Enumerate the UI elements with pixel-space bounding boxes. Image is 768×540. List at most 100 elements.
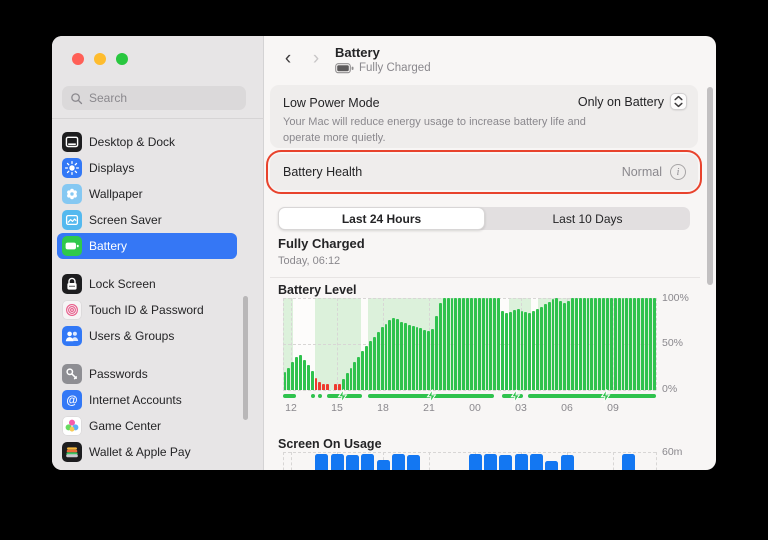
sidebar-item-lock-screen[interactable]: Lock Screen bbox=[57, 271, 237, 297]
sidebar-item-label: Battery bbox=[89, 239, 127, 253]
tab-last-10-days[interactable]: Last 10 Days bbox=[485, 207, 690, 230]
battery-level-bar bbox=[555, 298, 558, 390]
battery-level-bar bbox=[462, 298, 465, 390]
sidebar-item-displays[interactable]: Displays bbox=[57, 155, 237, 181]
section-divider bbox=[270, 277, 700, 278]
forward-button[interactable]: › bbox=[306, 48, 326, 70]
sidebar-separator bbox=[52, 118, 264, 119]
wallet-icon bbox=[62, 442, 82, 462]
battery-level-bar bbox=[404, 323, 407, 390]
x-tick-label: 18 bbox=[377, 402, 389, 414]
sidebar-item-label: Internet Accounts bbox=[89, 393, 182, 407]
minimize-button[interactable] bbox=[94, 53, 106, 65]
charging-track-segment bbox=[528, 394, 656, 398]
screen-on-usage-bar bbox=[331, 454, 344, 470]
battery-icon bbox=[62, 236, 82, 256]
content-scrollbar[interactable] bbox=[707, 87, 713, 285]
sidebar-item-touch-id-password[interactable]: Touch ID & Password bbox=[57, 297, 237, 323]
battery-level-bar bbox=[625, 298, 628, 390]
screen-on-usage-bar bbox=[377, 460, 390, 470]
battery-level-bar bbox=[548, 302, 551, 390]
battery-level-bar bbox=[649, 298, 652, 390]
battery-level-bar bbox=[361, 351, 364, 390]
battery-level-bar bbox=[478, 298, 481, 390]
battery-level-bar bbox=[419, 328, 422, 390]
sidebar-item-wallpaper[interactable]: Wallpaper bbox=[57, 181, 237, 207]
sidebar-item-label: Screen Saver bbox=[89, 213, 162, 227]
battery-level-bar bbox=[653, 298, 656, 390]
battery-level-bar bbox=[466, 298, 469, 390]
v-gridline bbox=[291, 452, 292, 470]
x-tick-label: 06 bbox=[561, 402, 573, 414]
sidebar-scrollbar[interactable] bbox=[243, 296, 248, 420]
sidebar-item-passwords[interactable]: Passwords bbox=[57, 361, 237, 387]
battery-level-bar bbox=[353, 362, 356, 390]
sidebar-item-label: Desktop & Dock bbox=[89, 135, 175, 149]
battery-level-bar bbox=[524, 312, 527, 390]
battery-level-bar bbox=[486, 298, 489, 390]
screen-on-usage-bar bbox=[469, 454, 482, 470]
sidebar-item-desktop-dock[interactable]: Desktop & Dock bbox=[57, 129, 237, 155]
low-power-mode-popup[interactable]: Only on Battery bbox=[578, 93, 687, 110]
sidebar: Search Desktop & Dock DisplaysWallpaper Sc… bbox=[52, 36, 264, 470]
close-button[interactable] bbox=[72, 53, 84, 65]
battery-level-bar bbox=[427, 331, 430, 390]
search-input[interactable]: Search bbox=[62, 86, 246, 110]
battery-level-bar bbox=[373, 337, 376, 390]
tab-last-24-hours[interactable]: Last 24 Hours bbox=[278, 207, 485, 230]
sidebar-item-label: Touch ID & Password bbox=[89, 303, 204, 317]
sidebar-item-users-groups[interactable]: Users & Groups bbox=[57, 323, 237, 349]
screen-on-usage-bar bbox=[484, 454, 497, 470]
sidebar-item-screen-saver[interactable]: Screen Saver bbox=[57, 207, 237, 233]
x-tick-label: 03 bbox=[515, 402, 527, 414]
sidebar-item-wallet-apple-pay[interactable]: Wallet & Apple Pay bbox=[57, 439, 237, 465]
battery-level-bar bbox=[350, 368, 353, 390]
battery-level-bar bbox=[528, 313, 531, 390]
page-title: Battery bbox=[335, 45, 380, 60]
battery-level-bar bbox=[377, 332, 380, 390]
low-power-mode-label: Low Power Mode bbox=[283, 96, 380, 110]
battery-level-bar bbox=[509, 312, 512, 390]
v-gridline bbox=[656, 452, 657, 470]
y-tick-0: 0% bbox=[662, 383, 677, 395]
screen-on-usage-bar bbox=[392, 454, 405, 470]
battery-level-bar bbox=[284, 372, 287, 390]
v-gridline bbox=[656, 298, 657, 390]
sidebar-item-label: Lock Screen bbox=[89, 277, 156, 291]
battery-level-bar bbox=[641, 298, 644, 390]
screen-on-usage-bar bbox=[545, 461, 558, 470]
sidebar-item-label: Passwords bbox=[89, 367, 148, 381]
battery-level-bar bbox=[307, 365, 310, 390]
battery-level-bar bbox=[622, 298, 625, 390]
sidebar-item-game-center[interactable]: Game Center bbox=[57, 413, 237, 439]
back-button[interactable]: ‹ bbox=[278, 48, 298, 70]
sidebar-item-label: Game Center bbox=[89, 419, 161, 433]
sidebar-item-label: Users & Groups bbox=[89, 329, 174, 343]
battery-level-bar bbox=[645, 298, 648, 390]
screen-on-usage-bar bbox=[361, 454, 374, 470]
battery-level-bar bbox=[431, 329, 434, 390]
battery-status-text: Fully Charged bbox=[359, 62, 431, 74]
battery-level-bar bbox=[303, 360, 306, 390]
v-gridline bbox=[429, 452, 430, 470]
battery-level-bar bbox=[579, 298, 582, 390]
key-icon bbox=[62, 364, 82, 384]
battery-level-bar bbox=[614, 298, 617, 390]
battery-level-bar bbox=[365, 346, 368, 390]
x-tick-label: 15 bbox=[331, 402, 343, 414]
zoom-button[interactable] bbox=[116, 53, 128, 65]
battery-level-bar bbox=[594, 298, 597, 390]
battery-level-bar bbox=[458, 298, 461, 390]
screen-saver-icon bbox=[62, 210, 82, 230]
game-center-icon bbox=[62, 416, 82, 436]
traffic-lights bbox=[72, 53, 128, 65]
battery-level-bar bbox=[287, 368, 290, 390]
battery-level-bar bbox=[583, 298, 586, 390]
charge-status-subtitle: Today, 06:12 bbox=[278, 255, 340, 267]
sidebar-item-internet-accounts[interactable]: @Internet Accounts bbox=[57, 387, 237, 413]
battery-level-bar bbox=[501, 311, 504, 390]
battery-level-bar bbox=[369, 341, 372, 390]
sidebar-item-battery[interactable]: Battery bbox=[57, 233, 237, 259]
screen-on-usage-bar bbox=[515, 454, 528, 470]
battery-level-bar bbox=[454, 298, 457, 390]
